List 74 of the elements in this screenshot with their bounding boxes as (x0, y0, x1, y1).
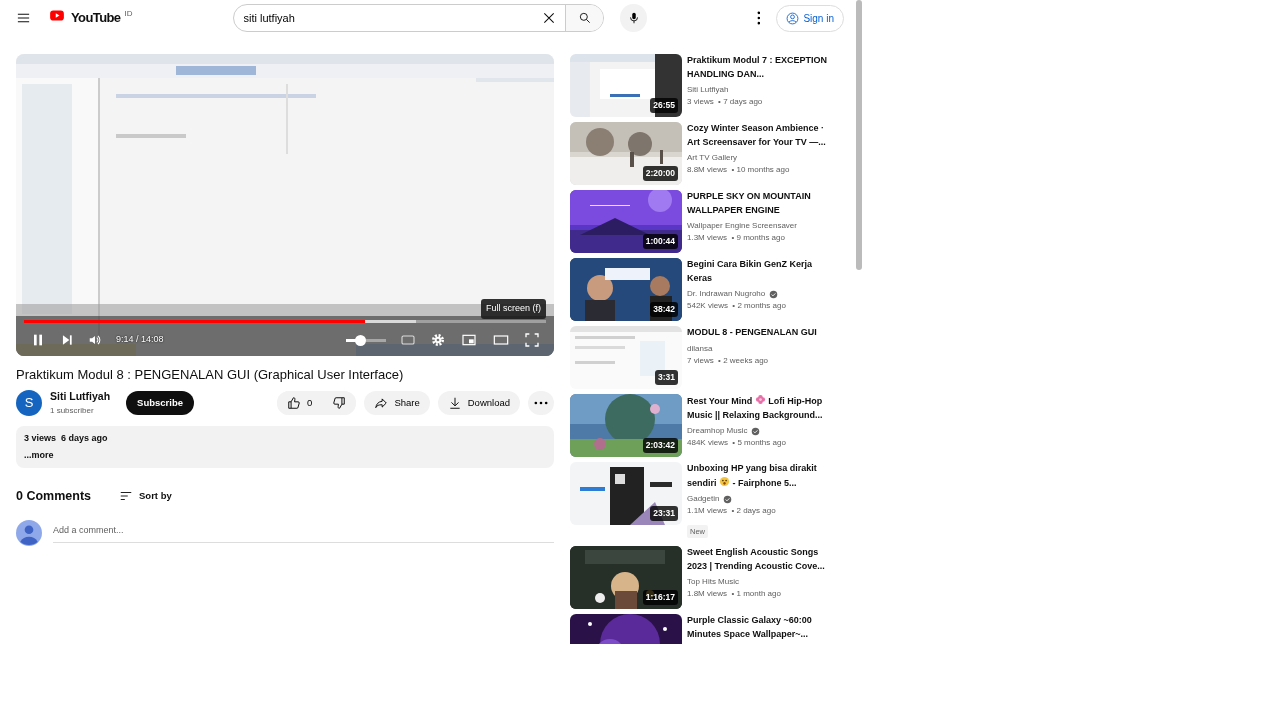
tooltip: Full screen (f) (481, 299, 546, 319)
download-icon (447, 395, 462, 410)
comment-count: 0 Comments (16, 487, 92, 505)
captions-icon[interactable] (400, 332, 416, 348)
volume-handle[interactable] (355, 334, 366, 346)
miniplayer-icon[interactable] (460, 332, 478, 348)
channel-name[interactable]: Dreamhop Music (687, 425, 748, 437)
duration-badge: 2:03:42 (642, 438, 678, 453)
search-input[interactable]: siti lutfiyah (233, 8, 542, 28)
search-icon (577, 11, 592, 25)
duration-badge: 26:55 (650, 98, 678, 113)
thumbs-down-icon (332, 395, 347, 410)
video-title[interactable]: Praktikum Modul 7 : EXCEPTION HANDLING DAN... (687, 54, 832, 81)
video-title[interactable]: Begini Cara Bikin GenZ Kerja Keras (687, 258, 832, 285)
settings-icon[interactable] (430, 332, 446, 348)
face-icon (719, 475, 731, 487)
region-code: ID (124, 8, 133, 21)
duration-badge: 2:20:00 (642, 166, 678, 181)
account-icon (786, 11, 800, 25)
video-title[interactable]: Unboxing HP yang bisa dirakit sendiri - Fairphone 5... (687, 462, 832, 490)
channel-avatar: S (16, 389, 42, 416)
video-title[interactable]: Purple Classic Galaxy ~60:00 Minutes Space Wallpaper~... (687, 614, 832, 641)
video-stats: 7 views • 2 weeks ago (687, 354, 770, 367)
theater-icon[interactable] (492, 332, 510, 348)
download-button[interactable]: Download (437, 390, 520, 415)
channel-name[interactable]: Wallpaper Engine Screensaver (687, 220, 797, 232)
duration-badge: 1:16:17 (642, 590, 678, 605)
channel-name[interactable]: Gadgetin (687, 493, 720, 505)
progress-track[interactable] (24, 320, 546, 323)
play-logo-icon (47, 8, 67, 24)
video-title[interactable]: Sweet English Acoustic Songs 2023 | Trending Acoustic Cove... (687, 546, 832, 573)
sign-in-button[interactable]: Sign in (776, 4, 844, 32)
sort-button[interactable]: Sort by (119, 489, 172, 504)
subscribe-button[interactable]: Subscribe (126, 390, 195, 415)
video-title[interactable]: Cozy Winter Season Ambience · Art Screensaver for Your TV —... (687, 122, 832, 149)
mic-button[interactable] (620, 4, 647, 32)
video-stats: 3 views • 7 days ago (687, 96, 764, 108)
more-icon (534, 400, 548, 405)
video-stats: 542K views • 2 months ago (687, 300, 787, 312)
channel-name[interactable]: Siti Lutfiyah (50, 389, 111, 405)
search-button[interactable] (565, 5, 604, 31)
avatar-icon (16, 519, 42, 546)
video-stats: 1.8M views • 1 month ago (687, 588, 782, 600)
share-button[interactable]: Share (364, 390, 430, 415)
channel-name[interactable]: dilansa (687, 342, 713, 355)
channel-name[interactable]: Top Hits Music (687, 576, 739, 588)
share-icon (374, 395, 389, 410)
video-stats: 484K views • 5 months ago (687, 437, 787, 449)
video-title[interactable]: PURPLE SKY ON MOUNTAIN WALLPAPER ENGINE (687, 190, 832, 217)
more-icon[interactable] (756, 11, 761, 25)
channel-name[interactable]: Art TV Gallery (687, 152, 738, 164)
video-stats: 8.8M views • 10 months ago (687, 164, 791, 176)
fullscreen-icon[interactable] (524, 332, 540, 348)
duration-badge: 3:31 (655, 370, 678, 385)
thumbs-up-icon (287, 395, 302, 410)
next-icon[interactable] (60, 333, 74, 347)
time-display: 9:14 / 14:08 (116, 333, 164, 347)
channel-name[interactable]: Siti Lutfiyah (687, 84, 729, 96)
video-stats: 1.3M views • 9 months ago (687, 232, 786, 244)
view-stats: 3 views 6 days ago (24, 431, 109, 445)
video-stats: 1.1M views • 2 days ago (687, 505, 777, 517)
volume-icon[interactable] (88, 333, 102, 347)
duration-badge: 23:31 (650, 506, 678, 521)
video-title[interactable]: MODUL 8 - PENGENALAN GUI (687, 326, 832, 340)
scrollbar-thumb[interactable] (856, 0, 862, 270)
duration-badge: 38:42 (650, 302, 678, 317)
logo-text: YouTube (71, 9, 121, 28)
more-link[interactable]: ...more (24, 449, 54, 463)
duration-badge: 1:00:44 (642, 234, 678, 249)
video-title: Praktikum Modul 8 : PENGENALAN GUI (Graphical User Interface) (16, 367, 405, 383)
subscriber-count: 1 subscriber (50, 404, 95, 417)
video-title[interactable]: Rest Your Mind Lofi Hip-Hop Music || Relaxing Background... (687, 394, 832, 422)
channel-name[interactable]: Dr. Indrawan Nugroho (687, 288, 766, 300)
flower-icon (754, 394, 766, 405)
